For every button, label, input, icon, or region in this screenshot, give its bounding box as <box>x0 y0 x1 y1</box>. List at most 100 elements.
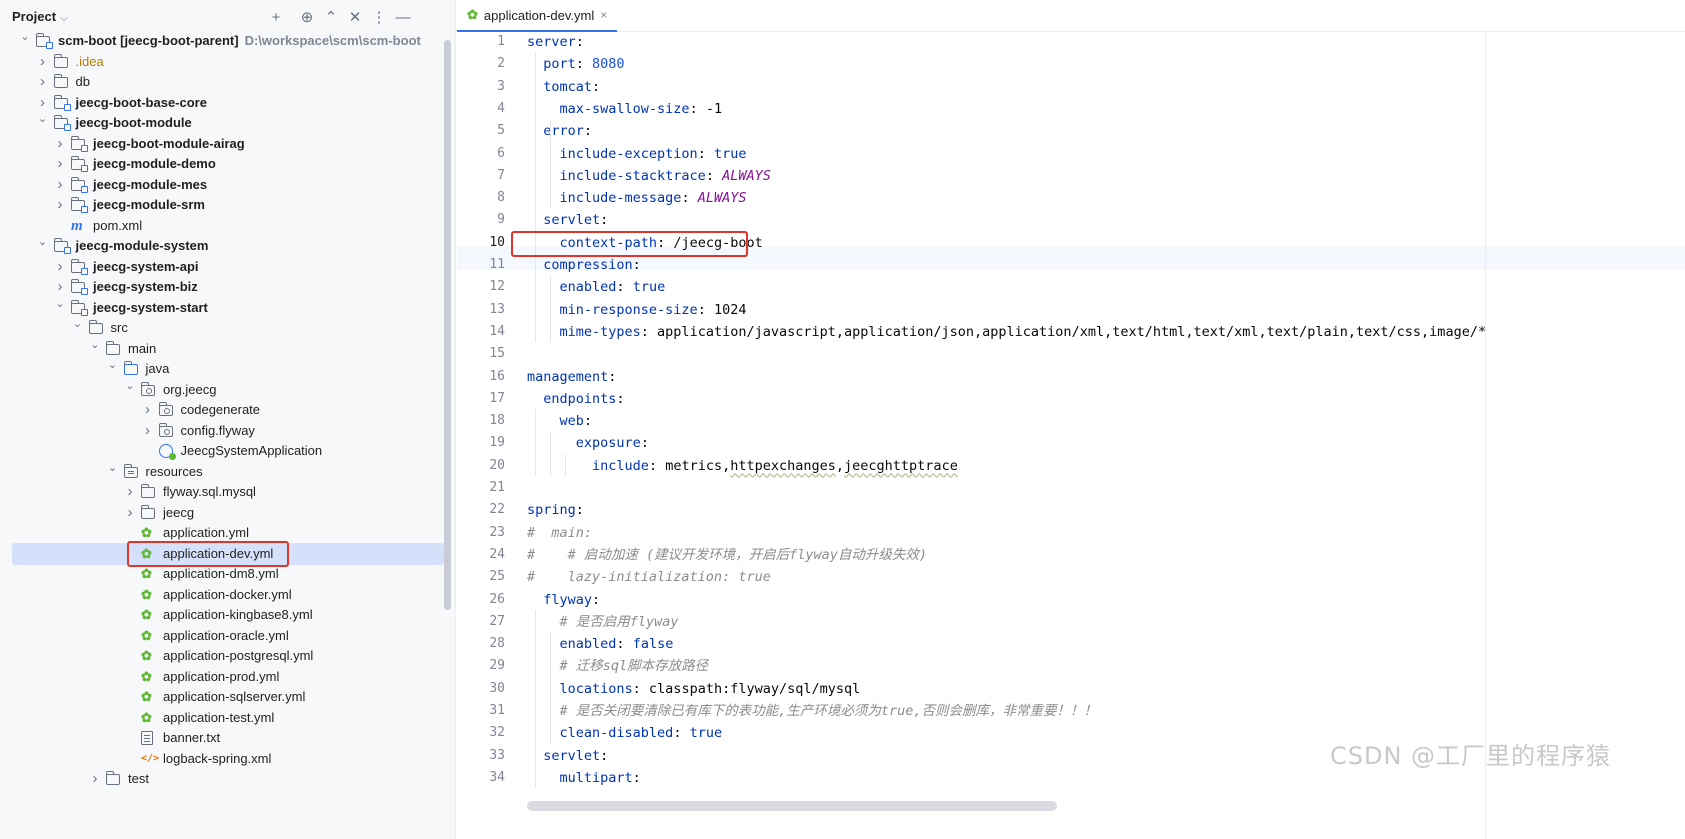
tree-item[interactable]: ⌄ jeecg-boot-module <box>12 112 444 134</box>
close-icon[interactable]: × <box>600 8 607 22</box>
tree-item[interactable]: ⌄ main <box>12 338 444 360</box>
locate-icon[interactable]: ⊕ <box>297 7 317 27</box>
tree-item[interactable]: ✿ application-dev.yml <box>12 542 444 565</box>
tree-item[interactable]: › db <box>12 71 444 93</box>
expand-all-icon[interactable]: ⌃ <box>321 7 341 27</box>
line-number: 17 <box>489 390 505 406</box>
folder-icon <box>141 504 155 519</box>
chevron-down-icon[interactable]: ⌄ <box>71 313 85 335</box>
tree-item[interactable]: ⌄ java <box>12 358 444 380</box>
line-number: 2 <box>497 56 505 72</box>
more-icon[interactable]: ⋮ <box>369 7 389 27</box>
chevron-right-icon[interactable]: › <box>53 153 67 175</box>
folder-icon <box>53 53 68 68</box>
tab-application-dev-yml[interactable]: ✿ application-dev.yml × <box>457 0 618 32</box>
tree-item[interactable]: ⌄ resources <box>12 461 444 483</box>
tree-item[interactable]: ✿ application-prod.yml <box>12 666 444 688</box>
chevron-right-icon[interactable]: › <box>36 51 50 73</box>
chevron-down-icon[interactable]: ⌄ <box>106 457 120 479</box>
chevron-right-icon[interactable]: › <box>123 481 137 503</box>
chevron-right-icon[interactable]: › <box>53 133 67 155</box>
chevron-right-icon[interactable]: › <box>36 71 50 93</box>
tree-item[interactable]: › jeecg-boot-base-core <box>12 92 444 114</box>
tree-item[interactable]: ✿ application-postgresql.yml <box>12 645 444 667</box>
tree-item[interactable]: › jeecg-system-api <box>12 256 444 278</box>
chevron-down-icon[interactable]: ⌄ <box>53 293 67 315</box>
line-number: 29 <box>489 658 505 674</box>
code-line: error: <box>527 119 592 143</box>
chevron-down-icon[interactable]: ⌄ <box>18 26 32 48</box>
tree-item-label: src <box>110 320 128 335</box>
tree-item[interactable]: ✿ application-dm8.yml <box>12 563 444 585</box>
tree-item[interactable]: › jeecg-module-srm <box>12 194 444 216</box>
tree-item[interactable]: › jeecg-boot-module-airag <box>12 133 444 155</box>
tree-item[interactable]: ⌄ jeecg-module-system <box>12 235 444 257</box>
tree-item[interactable]: › jeecg-system-biz <box>12 276 444 298</box>
tree-item[interactable]: › .idea <box>12 51 444 73</box>
tree-item[interactable]: › test <box>12 768 444 790</box>
tree-item[interactable]: ✿ application-kingbase8.yml <box>12 604 444 626</box>
chevron-right-icon[interactable]: › <box>53 256 67 278</box>
line-number: 27 <box>489 613 505 629</box>
chevron-down-icon[interactable]: ⌄ <box>36 108 50 130</box>
tree-item[interactable]: ✿ application-test.yml <box>12 707 444 729</box>
tree-item[interactable]: banner.txt <box>12 727 444 749</box>
chevron-down-icon[interactable]: ⌄ <box>123 375 137 397</box>
horizontal-scrollbar[interactable] <box>527 801 1057 811</box>
tree-item[interactable]: JeecgSystemApplication <box>12 440 444 462</box>
code-line: management: <box>527 365 616 389</box>
project-tool-window: Project ⌵ + ⊕ ⌃ ✕ ⋮ — ⌄ scm-boot [jeecg-bo… <box>0 0 456 839</box>
project-tree[interactable]: ⌄ scm-boot [jeecg-boot-parent] D:\workspac… <box>0 31 455 839</box>
yaml-icon: ✿ <box>141 545 152 561</box>
line-number: 21 <box>489 480 505 495</box>
chevron-down-icon[interactable]: ⌄ <box>88 334 102 356</box>
project-view-selector[interactable]: Project ⌵ <box>12 9 68 24</box>
code-token: min-response-size <box>559 301 698 318</box>
tree-item[interactable]: ✿ application.yml <box>12 522 444 544</box>
tree-item[interactable]: ⌄ src <box>12 317 444 339</box>
collapse-all-icon[interactable]: ✕ <box>345 7 365 27</box>
line-number: 7 <box>497 167 505 183</box>
code-line: locations: classpath:flyway/sql/mysql <box>527 677 861 701</box>
tree-item[interactable]: </> logback-spring.xml <box>12 748 444 770</box>
tree-item-label: jeecg-system-biz <box>93 279 198 294</box>
indent-guide <box>550 632 551 744</box>
tree-item[interactable]: m pom.xml <box>12 215 444 237</box>
tree-item[interactable]: ⌄ org.jeecg <box>12 379 444 401</box>
chevron-down-icon[interactable]: ⌵ <box>60 13 68 24</box>
chevron-down-icon[interactable]: ⌄ <box>36 231 50 253</box>
hide-icon[interactable]: — <box>393 7 413 27</box>
indent-guide <box>550 275 551 343</box>
chevron-right-icon[interactable]: › <box>141 420 155 442</box>
code-token: server <box>527 34 576 50</box>
tree-item[interactable]: › flyway.sql.mysql <box>12 481 444 503</box>
chevron-right-icon[interactable]: › <box>123 502 137 524</box>
tree-item[interactable]: ✿ application-docker.yml <box>12 584 444 606</box>
tree-item[interactable]: › jeecg-module-demo <box>12 153 444 175</box>
tree-item[interactable]: ✿ application-oracle.yml <box>12 625 444 647</box>
code-token: , <box>835 457 845 474</box>
tree-item[interactable]: › codegenerate <box>12 399 444 421</box>
indent-guide <box>535 52 536 343</box>
tree-item-label: jeecg-boot-module <box>75 115 192 130</box>
chevron-right-icon[interactable]: › <box>53 194 67 216</box>
chevron-down-icon[interactable]: ⌄ <box>106 354 120 376</box>
chevron-right-icon[interactable]: › <box>141 399 155 421</box>
line-number: 8 <box>497 190 505 206</box>
chevron-right-icon[interactable]: › <box>88 768 102 790</box>
vertical-scrollbar[interactable] <box>444 40 451 610</box>
tree-item[interactable]: ✿ application-sqlserver.yml <box>12 686 444 708</box>
add-icon[interactable]: + <box>266 7 286 27</box>
code-line: # main: <box>527 521 592 545</box>
tree-item[interactable]: ⌄ scm-boot [jeecg-boot-parent] D:\workspac… <box>12 30 444 52</box>
tree-item[interactable]: › config.flyway <box>12 420 444 442</box>
code-token: : /jeecg-boot <box>657 234 763 251</box>
line-number: 24 <box>489 546 505 562</box>
code-token: : -1 <box>689 100 723 117</box>
tree-item[interactable]: › jeecg <box>12 502 444 524</box>
tree-item[interactable]: › jeecg-module-mes <box>12 174 444 196</box>
code-area[interactable]: 1 2 3 4 5 6 7 8 9 10 11 12 13 14 15 16 17 18 19 20 21 22 23 24 2… <box>457 33 1685 839</box>
chevron-right-icon[interactable]: › <box>53 174 67 196</box>
